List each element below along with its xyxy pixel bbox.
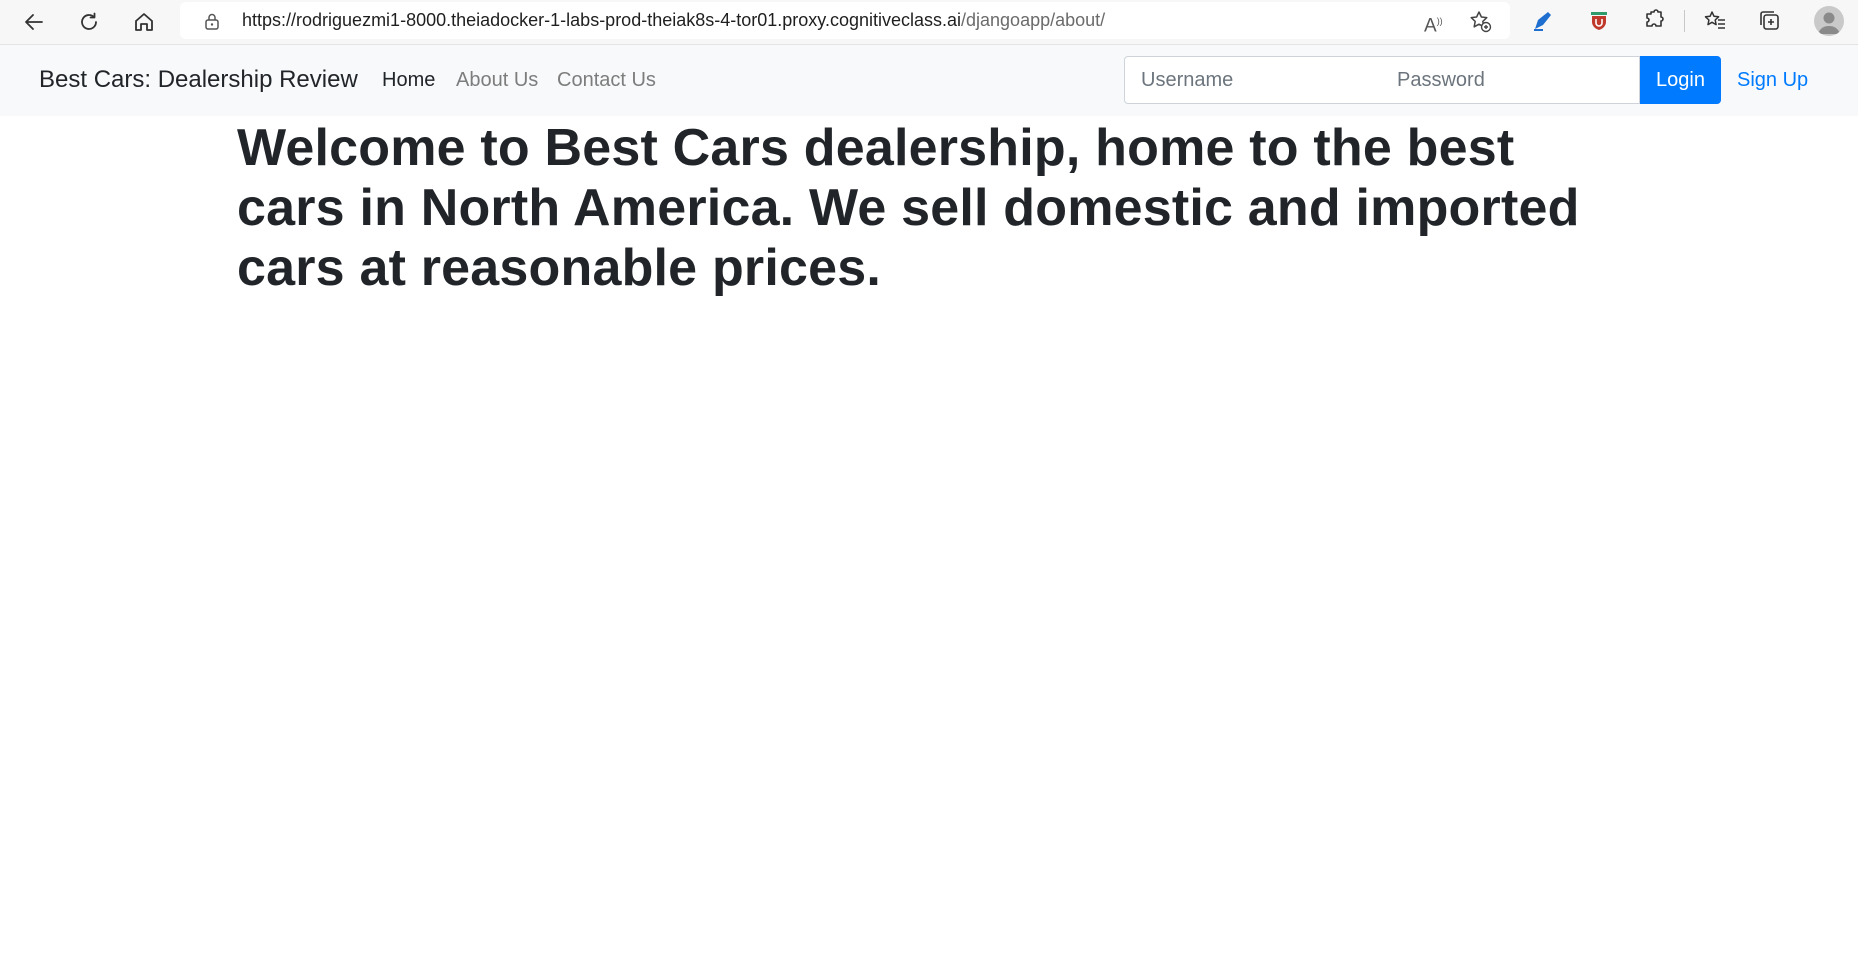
password-input[interactable]: [1381, 56, 1640, 104]
read-aloud-icon[interactable]: A)): [1424, 9, 1448, 37]
url-path: /djangoapp/about/: [961, 10, 1106, 30]
back-icon[interactable]: [16, 4, 52, 40]
favorites-icon[interactable]: [1702, 8, 1728, 34]
pen-extension-icon[interactable]: [1530, 8, 1556, 34]
url-text[interactable]: https://rodriguezmi1-8000.theiadocker-1-…: [242, 10, 1105, 31]
signup-link[interactable]: Sign Up: [1737, 69, 1808, 92]
navbar-brand[interactable]: Best Cars: Dealership Review: [39, 66, 358, 94]
add-favorite-icon[interactable]: [1468, 9, 1492, 33]
toolbar-separator: [1684, 10, 1685, 32]
collections-icon[interactable]: [1757, 8, 1783, 34]
browser-toolbar: https://rodriguezmi1-8000.theiadocker-1-…: [0, 0, 1858, 45]
username-input[interactable]: [1124, 56, 1382, 104]
login-button[interactable]: Login: [1640, 56, 1721, 104]
url-host: https://rodriguezmi1-8000.theiadocker-1-…: [242, 10, 962, 30]
page-heading: Welcome to Best Cars dealership, home to…: [237, 119, 1580, 297]
extensions-icon[interactable]: [1641, 8, 1667, 34]
lock-icon[interactable]: [202, 11, 222, 31]
refresh-icon[interactable]: [71, 4, 107, 40]
shield-extension-icon[interactable]: [1586, 8, 1612, 34]
address-bar[interactable]: https://rodriguezmi1-8000.theiadocker-1-…: [180, 2, 1510, 39]
read-aloud-glyph: A: [1424, 15, 1437, 37]
nav-link-contact-us[interactable]: Contact Us: [557, 69, 656, 92]
site-navbar: Best Cars: Dealership Review Home About …: [0, 45, 1858, 116]
home-icon[interactable]: [126, 4, 162, 40]
profile-icon[interactable]: [1814, 6, 1844, 36]
nav-link-about-us[interactable]: About Us: [456, 69, 538, 92]
nav-link-home[interactable]: Home: [382, 69, 435, 92]
